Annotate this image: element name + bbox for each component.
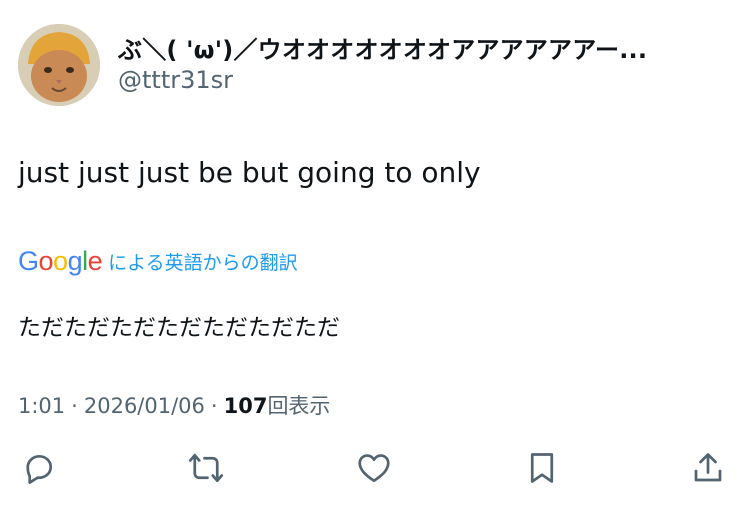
like-icon — [358, 454, 390, 483]
tweet-text: just just just be but going to only — [18, 156, 481, 189]
retweet-icon — [188, 453, 224, 483]
display-name[interactable]: ぶ＼( 'ω')／ウオオオオオオオアアアアアアー... — [118, 30, 728, 65]
avatar[interactable] — [18, 24, 100, 106]
translation-attribution: Google による英語からの翻訳 — [18, 246, 298, 276]
bookmark-button[interactable] — [520, 446, 564, 490]
views-count: 107 — [223, 394, 268, 418]
google-logo: Google — [18, 245, 103, 277]
retweet-button[interactable] — [184, 446, 228, 490]
meta-separator: · — [210, 394, 218, 418]
tweet-meta: 1:01 · 2026/01/06 · 107回表示 — [18, 390, 330, 420]
share-icon — [694, 453, 722, 482]
cat-avatar-image — [18, 24, 100, 106]
reply-button[interactable] — [17, 446, 61, 490]
google-logo-letter: g — [67, 245, 83, 276]
action-bar — [0, 444, 749, 494]
tweet-date[interactable]: 2026/01/06 — [84, 394, 205, 418]
translation-label[interactable]: による英語からの翻訳 — [108, 248, 297, 275]
like-button[interactable] — [352, 446, 396, 490]
google-logo-letter: G — [18, 245, 39, 276]
google-logo-letter: e — [87, 245, 103, 276]
views-label: 回表示 — [267, 394, 331, 418]
tweet-time[interactable]: 1:01 — [18, 394, 65, 418]
google-logo-letter: o — [53, 245, 68, 276]
user-handle[interactable]: @tttr31sr — [118, 66, 233, 94]
reply-icon — [26, 454, 53, 484]
share-button[interactable] — [686, 446, 730, 490]
meta-separator: · — [71, 394, 78, 418]
google-logo-letter: o — [38, 245, 54, 276]
translated-text: ただただただただただただただ — [18, 315, 340, 341]
bookmark-icon — [530, 453, 554, 483]
